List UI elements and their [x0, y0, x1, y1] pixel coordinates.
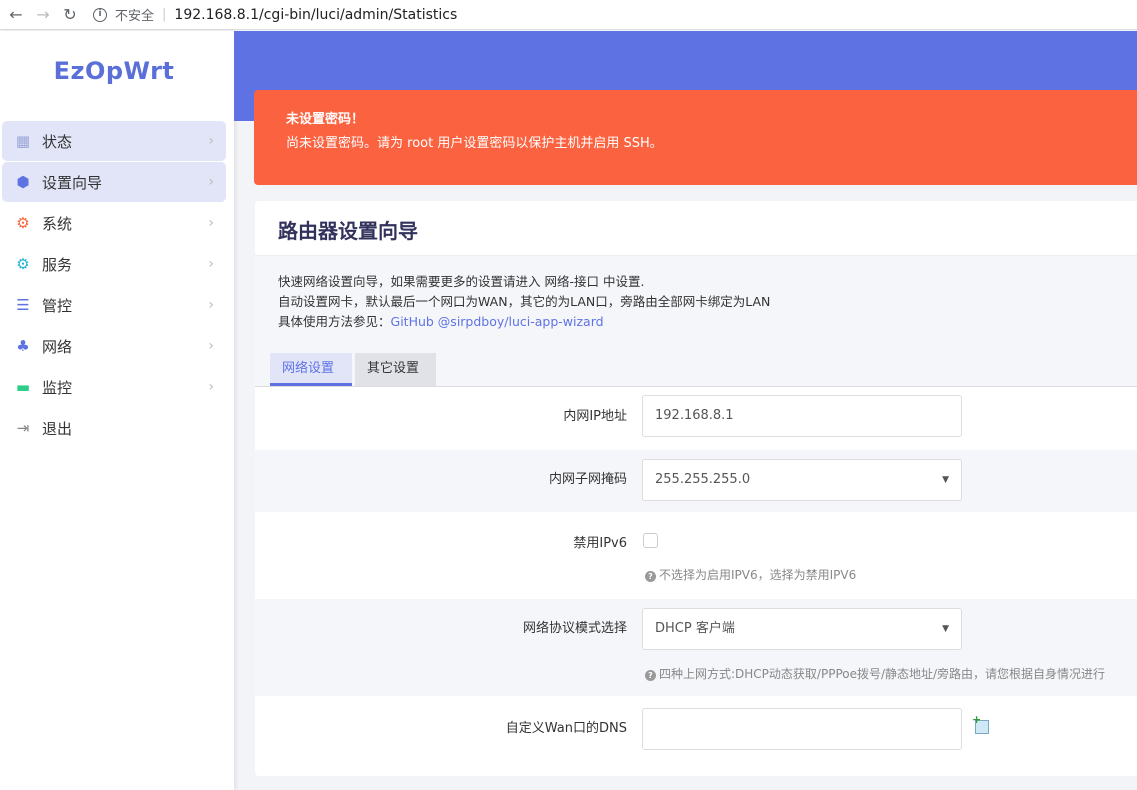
protocol-hint: ? 四种上网方式:DHCP动态获取/PPPoe拨号/静态地址/旁路由，请您根据自身…: [645, 665, 1105, 682]
protocol-label: 网络协议模式选择: [522, 621, 627, 636]
sidebar-item-logout[interactable]: ⇥ 退出: [2, 408, 226, 448]
chevron-right-icon: ›: [208, 379, 214, 395]
page-title: 路由器设置向导: [278, 219, 418, 243]
address-bar[interactable]: i 不安全 | 192.168.8.1/cgi-bin/luci/admin/S…: [93, 5, 457, 24]
chevron-right-icon: ›: [208, 174, 214, 190]
caret-down-icon: ▼: [942, 624, 949, 634]
chevron-right-icon: ›: [208, 215, 214, 231]
back-button[interactable]: ←: [5, 4, 27, 26]
url-divider: |: [162, 7, 167, 22]
forward-button[interactable]: →: [32, 4, 54, 26]
lan-ip-input[interactable]: 192.168.8.1: [642, 395, 962, 437]
monitor-icon: ▬: [15, 378, 31, 396]
password-alert: 未设置密码！ 尚未设置密码。请为 root 用户设置密码以保护主机并启用 SSH…: [254, 90, 1137, 185]
sidebar-item-system[interactable]: ⚙ 系统 ›: [2, 203, 226, 243]
question-icon: ?: [645, 670, 656, 681]
description-line: 具体使用方法参见：GitHub @sirpdboy/luci-app-wizar…: [278, 312, 1114, 332]
form-row-protocol: 网络协议模式选择 DHCP 客户端 ▼ ? 四种上网方式:DHCP动态获取/PPP…: [255, 599, 1137, 696]
sidebar-item-control[interactable]: ☰ 管控 ›: [2, 285, 226, 325]
sliders-icon: ☰: [16, 296, 30, 314]
netmask-value: 255.255.255.0: [655, 472, 751, 487]
alert-title: 未设置密码！: [286, 112, 365, 127]
chevron-right-icon: ›: [208, 297, 214, 313]
sidebar-item-network[interactable]: ♣ 网络 ›: [2, 326, 226, 366]
github-link[interactable]: GitHub @sirpdboy/luci-app-wizard: [391, 314, 604, 329]
dns-input[interactable]: [642, 708, 962, 750]
question-icon: ?: [645, 571, 656, 582]
netmask-label: 内网子网掩码: [548, 472, 627, 487]
sidebar-item-services[interactable]: ⚙ 服务 ›: [2, 244, 226, 284]
gear-icon: ⚙: [16, 214, 30, 232]
caret-down-icon: ▼: [942, 475, 949, 485]
grid-icon: ▦: [15, 132, 31, 150]
form-row-dns: 自定义Wan口的DNS: [255, 696, 1137, 776]
logout-icon: ⇥: [16, 419, 30, 437]
sidebar-item-status[interactable]: ▦ 状态 ›: [2, 121, 226, 161]
protocol-hint-text: 四种上网方式:DHCP动态获取/PPPoe拨号/静态地址/旁路由，请您根据自身情…: [659, 667, 1106, 681]
card-description: 快速网络设置向导，如果需要更多的设置请进入 网络-接口 中设置. 自动设置网卡，…: [255, 256, 1137, 344]
sitemap-icon: ♣: [16, 337, 30, 355]
cube-icon: ⬢: [16, 173, 30, 191]
lan-ip-label: 内网IP地址: [563, 409, 627, 424]
url-text[interactable]: 192.168.8.1/cgi-bin/luci/admin/Statistic…: [174, 7, 457, 23]
wizard-card: 路由器设置向导 快速网络设置向导，如果需要更多的设置请进入 网络-接口 中设置.…: [255, 201, 1137, 776]
sidebar-item-label: 设置向导: [42, 173, 103, 192]
sidebar-item-monitor[interactable]: ▬ 监控 ›: [2, 367, 226, 407]
chevron-right-icon: ›: [208, 338, 214, 354]
card-header: 路由器设置向导: [255, 201, 1137, 256]
form-row-netmask: 内网子网掩码 255.255.255.0 ▼: [255, 450, 1137, 512]
sidebar-item-label: 管控: [42, 296, 73, 315]
sidebar-item-label: 监控: [42, 378, 73, 397]
tab-bar: 网络设置 其它设置: [255, 344, 1137, 387]
sidebar-item-label: 网络: [42, 337, 73, 356]
form-row-ipv6: 禁用IPv6 ? 不选择为启用IPV6，选择为禁用IPV6: [255, 512, 1137, 599]
chevron-right-icon: ›: [208, 256, 214, 272]
ipv6-label: 禁用IPv6: [573, 536, 627, 551]
description-prefix: 具体使用方法参见：: [278, 314, 391, 329]
protocol-value: DHCP 客户端: [655, 621, 735, 636]
description-line: 快速网络设置向导，如果需要更多的设置请进入 网络-接口 中设置.: [278, 274, 645, 289]
info-icon[interactable]: i: [93, 7, 107, 22]
sidebar-item-label: 退出: [42, 419, 73, 438]
sidebar: EzOpWrt ▦ 状态 › ⬢ 设置向导 › ⚙ 系统 › ⚙ 服务 › ☰ …: [0, 31, 234, 790]
sidebar-item-wizard[interactable]: ⬢ 设置向导 ›: [2, 162, 226, 202]
ipv6-hint: ? 不选择为启用IPV6，选择为禁用IPV6: [645, 566, 856, 583]
ipv6-checkbox[interactable]: [643, 533, 658, 548]
chevron-right-icon: ›: [208, 133, 214, 149]
sidebar-item-label: 状态: [42, 132, 73, 151]
logo[interactable]: EzOpWrt: [0, 57, 228, 85]
sidebar-item-label: 系统: [42, 214, 73, 233]
sidebar-menu: ▦ 状态 › ⬢ 设置向导 › ⚙ 系统 › ⚙ 服务 › ☰ 管控 › ♣ 网…: [2, 121, 226, 449]
dns-label: 自定义Wan口的DNS: [505, 721, 627, 736]
netmask-select[interactable]: 255.255.255.0 ▼: [642, 459, 962, 501]
reload-button[interactable]: ↻: [59, 4, 81, 26]
add-entry-icon[interactable]: [972, 713, 989, 734]
ipv6-hint-text: 不选择为启用IPV6，选择为禁用IPV6: [659, 568, 857, 582]
form-row-lan-ip: 内网IP地址 192.168.8.1: [255, 388, 1137, 450]
cogs-icon: ⚙: [16, 255, 30, 273]
tab-network-settings[interactable]: 网络设置: [270, 353, 352, 386]
tab-other-settings[interactable]: 其它设置: [355, 353, 436, 386]
security-label: 不安全: [115, 9, 155, 24]
sidebar-item-label: 服务: [42, 255, 73, 274]
protocol-select[interactable]: DHCP 客户端 ▼: [642, 608, 962, 650]
alert-text: 尚未设置密码。请为 root 用户设置密码以保护主机并启用 SSH。: [286, 136, 663, 151]
browser-toolbar: ← → ↻ i 不安全 | 192.168.8.1/cgi-bin/luci/a…: [0, 0, 1137, 30]
description-line: 自动设置网卡，默认最后一个网口为WAN，其它的为LAN口，旁路由全部网卡绑定为L…: [278, 294, 771, 309]
